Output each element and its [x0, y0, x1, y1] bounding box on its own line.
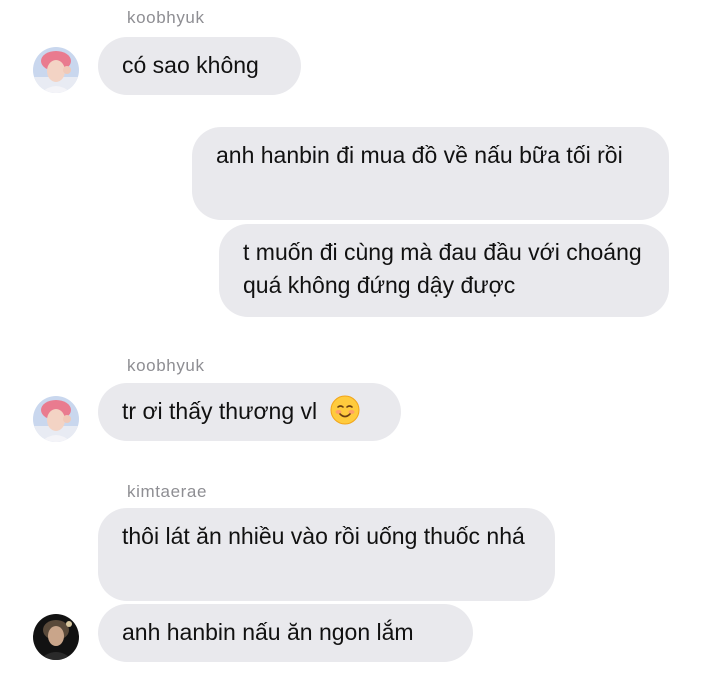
message-text: anh hanbin đi mua đồ về nấu bữa tối rồi — [216, 142, 623, 168]
sender-name: koobhyuk — [127, 356, 205, 375]
message-text: có sao không — [122, 52, 259, 78]
message-text: thôi lát ăn nhiều vào rồi uống thuốc nhá — [122, 523, 525, 549]
avatar-koobhyuk[interactable] — [33, 396, 79, 442]
message-bubble[interactable]: tr ơi thấy thương vl — [98, 383, 401, 441]
chat-thread: koobhyuk có sao không anh hanbin đi mua … — [0, 0, 720, 676]
avatar-kimtaerae[interactable] — [33, 614, 79, 660]
sender-name: kimtaerae — [127, 482, 208, 501]
message-text: tr ơi thấy thương vl — [122, 398, 318, 424]
message-text: t muốn đi cùng mà đau đầu với choáng quá… — [243, 239, 642, 298]
message-bubble-sent[interactable]: anh hanbin đi mua đồ về nấu bữa tối rồi — [192, 127, 669, 220]
message-text: anh hanbin nấu ăn ngon lắm — [122, 619, 414, 645]
sender-name: koobhyuk — [127, 8, 205, 27]
smiling-face-emoji-icon — [330, 395, 360, 425]
message-bubble-sent[interactable]: t muốn đi cùng mà đau đầu với choáng quá… — [219, 224, 669, 317]
message-bubble[interactable]: thôi lát ăn nhiều vào rồi uống thuốc nhá — [98, 508, 555, 601]
message-bubble[interactable]: anh hanbin nấu ăn ngon lắm — [98, 604, 473, 662]
avatar-koobhyuk[interactable] — [33, 47, 79, 93]
message-bubble[interactable]: có sao không — [98, 37, 301, 95]
